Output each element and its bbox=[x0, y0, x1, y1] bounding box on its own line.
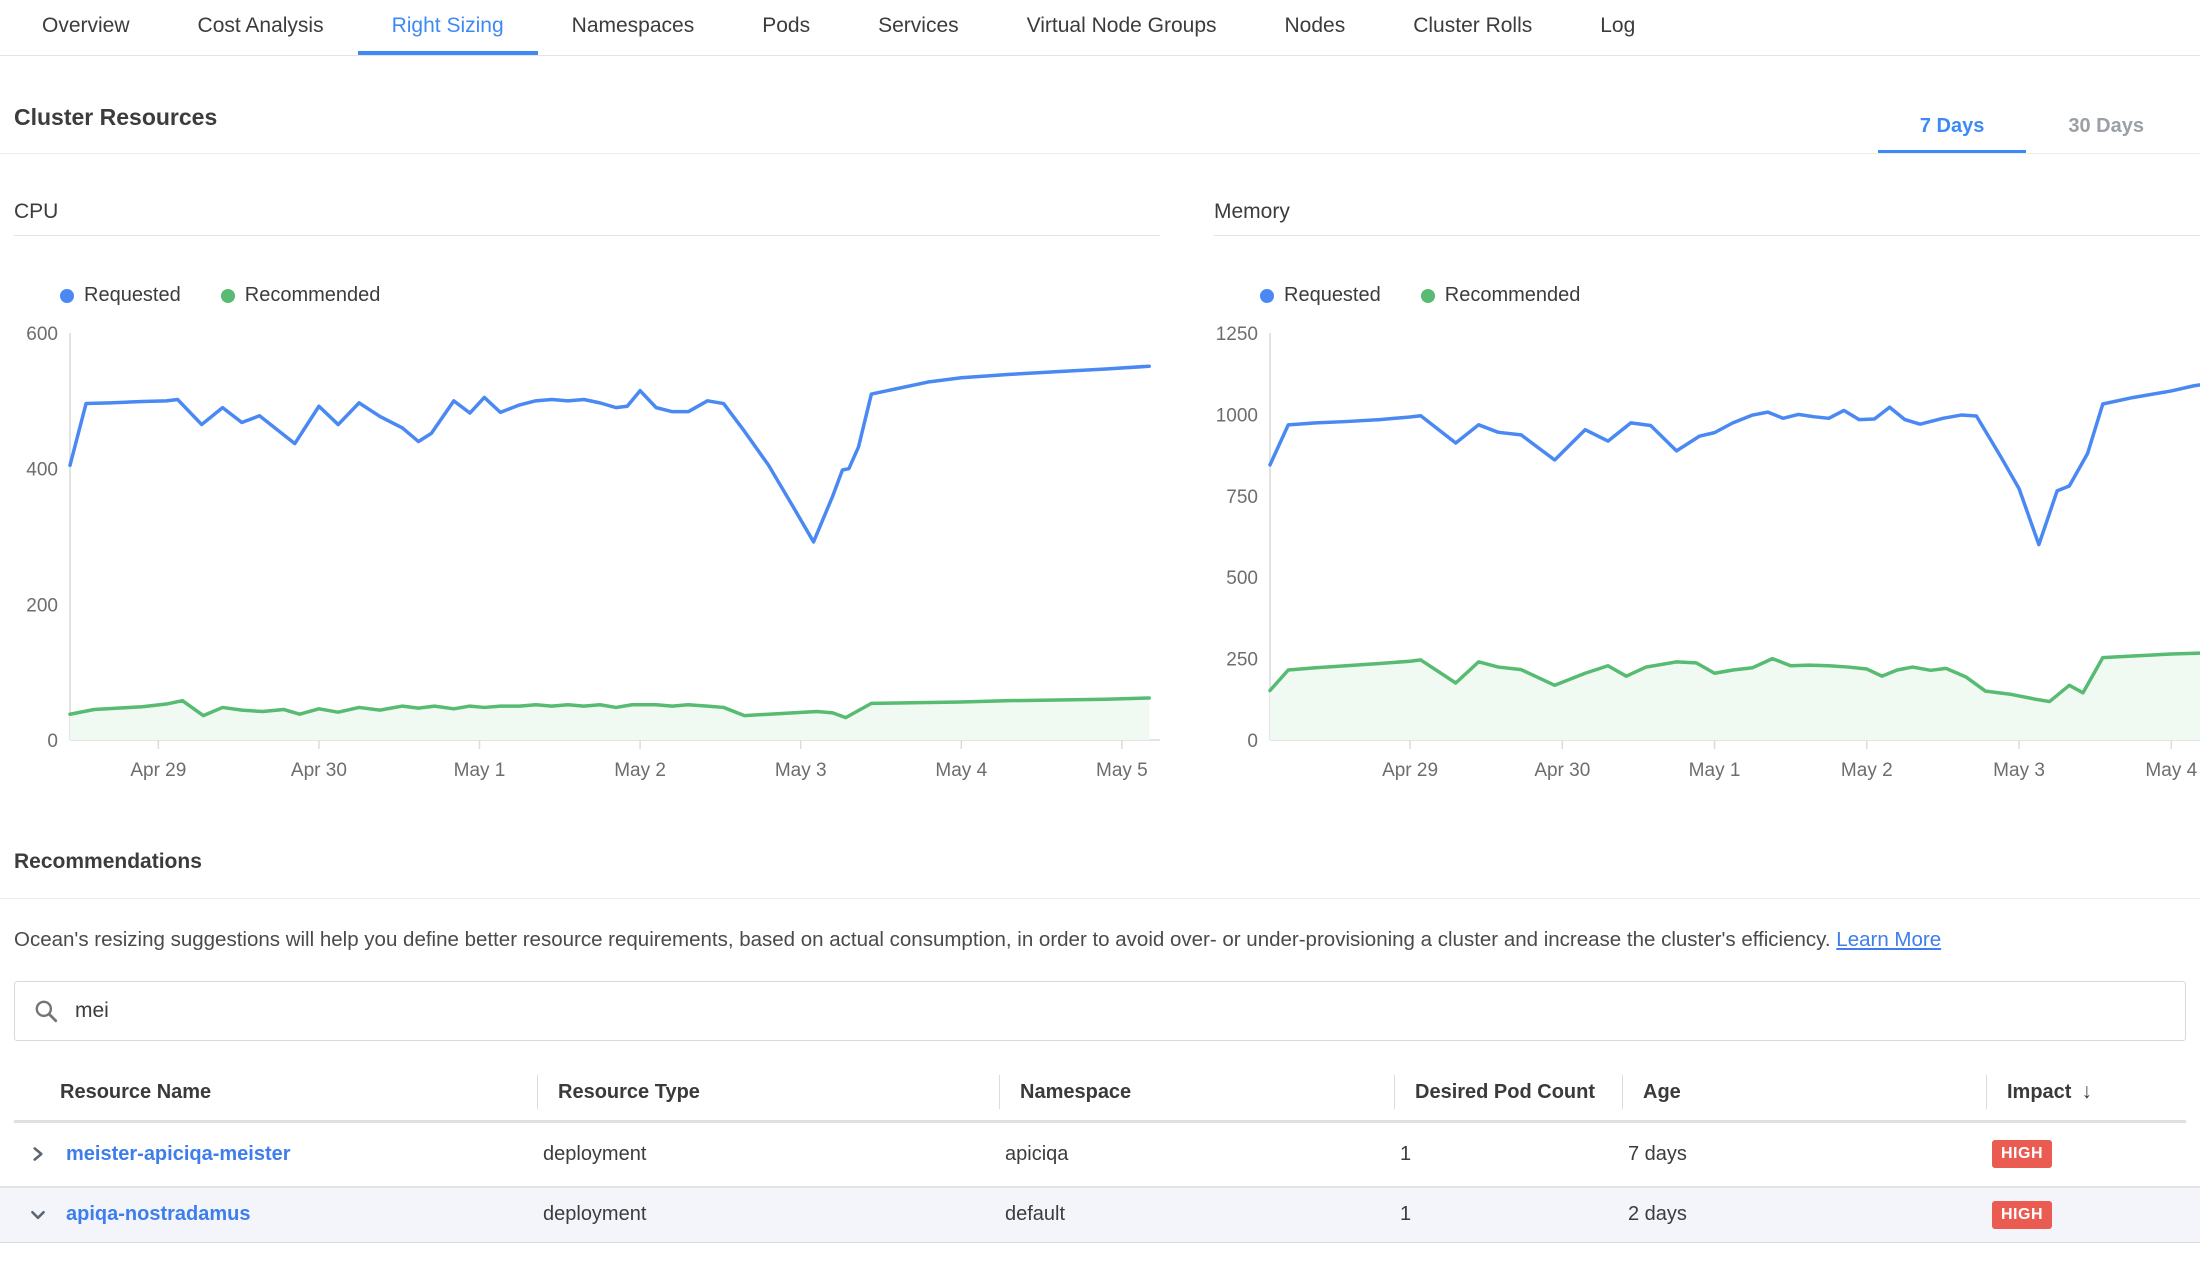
col-resource-type: Resource Type bbox=[537, 1075, 999, 1109]
legend-item-requested: Requested bbox=[60, 284, 181, 307]
svg-text:250: 250 bbox=[1226, 650, 1258, 671]
col-impact: Impact ↓ bbox=[1986, 1075, 2186, 1109]
chevron-right-icon bbox=[29, 1145, 47, 1163]
top-tab-bar: Overview Cost Analysis Right Sizing Name… bbox=[0, 0, 2200, 56]
expand-row-button[interactable] bbox=[26, 1142, 50, 1166]
svg-text:May 2: May 2 bbox=[1841, 760, 1893, 781]
svg-text:Apr 29: Apr 29 bbox=[1382, 760, 1438, 781]
range-tab-7-days[interactable]: 7 Days bbox=[1878, 115, 2027, 153]
svg-text:600: 600 bbox=[26, 324, 58, 345]
svg-text:May 1: May 1 bbox=[1689, 760, 1741, 781]
search-icon bbox=[33, 998, 59, 1024]
search-box[interactable] bbox=[14, 981, 2186, 1041]
svg-text:May 4: May 4 bbox=[935, 760, 987, 781]
recommendations-title: Recommendations bbox=[0, 792, 2200, 899]
sort-desc-icon[interactable]: ↓ bbox=[2081, 1080, 2092, 1104]
desired-pod-count-cell: 1 bbox=[1380, 1143, 1608, 1166]
namespace-cell: apiciqa bbox=[985, 1143, 1380, 1166]
cpu-chart-legend: Requested Recommended bbox=[60, 284, 1160, 307]
svg-text:0: 0 bbox=[1247, 731, 1258, 752]
tab-nodes[interactable]: Nodes bbox=[1251, 0, 1380, 55]
col-age: Age bbox=[1622, 1075, 1986, 1109]
legend-item-recommended: Recommended bbox=[1421, 284, 1581, 307]
col-namespace: Namespace bbox=[999, 1075, 1394, 1109]
svg-text:1250: 1250 bbox=[1216, 324, 1258, 345]
learn-more-link[interactable]: Learn More bbox=[1836, 928, 1941, 951]
description-text: Ocean's resizing suggestions will help y… bbox=[14, 928, 1831, 951]
legend-label: Recommended bbox=[245, 284, 381, 307]
svg-text:Apr 30: Apr 30 bbox=[1534, 760, 1590, 781]
table-row: apiqa-nostradamus deployment default 1 2… bbox=[0, 1188, 2200, 1243]
svg-text:May 5: May 5 bbox=[1096, 760, 1148, 781]
tab-virtual-node-groups[interactable]: Virtual Node Groups bbox=[993, 0, 1251, 55]
legend-item-recommended: Recommended bbox=[221, 284, 381, 307]
requested-dot-icon bbox=[1260, 289, 1274, 303]
svg-text:May 3: May 3 bbox=[1993, 760, 2045, 781]
age-cell: 7 days bbox=[1608, 1143, 1972, 1166]
tab-pods[interactable]: Pods bbox=[728, 0, 844, 55]
legend-label: Recommended bbox=[1445, 284, 1581, 307]
search-input[interactable] bbox=[75, 999, 2167, 1023]
col-resource-name: Resource Name bbox=[14, 1075, 537, 1109]
memory-chart-title: Memory bbox=[1214, 200, 2200, 236]
resource-name-link[interactable]: apiqa-nostradamus bbox=[66, 1203, 250, 1226]
svg-text:May 3: May 3 bbox=[775, 760, 827, 781]
svg-text:200: 200 bbox=[26, 595, 58, 616]
table-header: Resource Name Resource Type Namespace De… bbox=[14, 1065, 2186, 1123]
table-row: meister-apiciqa-meister deployment apici… bbox=[0, 1123, 2200, 1188]
svg-text:0: 0 bbox=[47, 731, 58, 752]
svg-text:May 4: May 4 bbox=[2145, 760, 2197, 781]
requested-dot-icon bbox=[60, 289, 74, 303]
legend-item-requested: Requested bbox=[1260, 284, 1381, 307]
resource-name-link[interactable]: meister-apiciqa-meister bbox=[66, 1143, 291, 1166]
tab-right-sizing[interactable]: Right Sizing bbox=[358, 0, 538, 55]
cluster-resources-header: Cluster Resources 7 Days 30 Days bbox=[0, 56, 2200, 154]
age-cell: 2 days bbox=[1608, 1203, 1972, 1226]
recommendations-table: Resource Name Resource Type Namespace De… bbox=[0, 1065, 2200, 1243]
range-tab-30-days[interactable]: 30 Days bbox=[2026, 115, 2186, 153]
cpu-chart-panel: CPU Requested Recommended 0 200 400 600 Apr … bbox=[14, 200, 1160, 792]
impact-label: Impact bbox=[2007, 1081, 2071, 1104]
legend-label: Requested bbox=[84, 284, 181, 307]
col-desired-pod-count: Desired Pod Count bbox=[1394, 1075, 1622, 1109]
memory-chart-legend: Requested Recommended bbox=[1260, 284, 2200, 307]
memory-line-chart: 0 250 500 750 1000 1250 Apr 29 Apr 30 May 1 May 2… bbox=[1214, 317, 2200, 792]
desired-pod-count-cell: 1 bbox=[1380, 1203, 1608, 1226]
recommended-dot-icon bbox=[221, 289, 235, 303]
page-title: Cluster Resources bbox=[14, 56, 217, 153]
svg-text:500: 500 bbox=[1226, 568, 1258, 589]
recommended-dot-icon bbox=[1421, 289, 1435, 303]
svg-text:May 2: May 2 bbox=[614, 760, 666, 781]
tab-log[interactable]: Log bbox=[1566, 0, 1669, 55]
svg-text:Apr 29: Apr 29 bbox=[130, 760, 186, 781]
tab-namespaces[interactable]: Namespaces bbox=[538, 0, 729, 55]
chevron-down-icon bbox=[29, 1206, 47, 1224]
resource-type-cell: deployment bbox=[523, 1143, 985, 1166]
tab-cost-analysis[interactable]: Cost Analysis bbox=[164, 0, 358, 55]
impact-badge: HIGH bbox=[1992, 1201, 2052, 1229]
memory-chart-panel: Memory Requested Recommended 0 250 500 750 1… bbox=[1214, 200, 2200, 792]
cpu-line-chart: 0 200 400 600 Apr 29 Apr 30 May 1 May 2 May 3 May… bbox=[14, 317, 1160, 792]
svg-text:750: 750 bbox=[1226, 487, 1258, 508]
tab-overview[interactable]: Overview bbox=[8, 0, 164, 55]
svg-text:400: 400 bbox=[26, 460, 58, 481]
time-range-toggle: 7 Days 30 Days bbox=[1878, 115, 2186, 153]
resource-type-cell: deployment bbox=[523, 1203, 985, 1226]
svg-text:May 1: May 1 bbox=[454, 760, 506, 781]
svg-text:Apr 30: Apr 30 bbox=[291, 760, 347, 781]
impact-badge: HIGH bbox=[1992, 1140, 2052, 1168]
svg-text:1000: 1000 bbox=[1216, 405, 1258, 426]
tab-services[interactable]: Services bbox=[844, 0, 993, 55]
tab-cluster-rolls[interactable]: Cluster Rolls bbox=[1379, 0, 1566, 55]
collapse-row-button[interactable] bbox=[26, 1203, 50, 1227]
recommendations-description: Ocean's resizing suggestions will help y… bbox=[0, 899, 2200, 955]
legend-label: Requested bbox=[1284, 284, 1381, 307]
namespace-cell: default bbox=[985, 1203, 1380, 1226]
charts-row: CPU Requested Recommended 0 200 400 600 Apr … bbox=[0, 200, 2200, 792]
cpu-chart-title: CPU bbox=[14, 200, 1160, 236]
